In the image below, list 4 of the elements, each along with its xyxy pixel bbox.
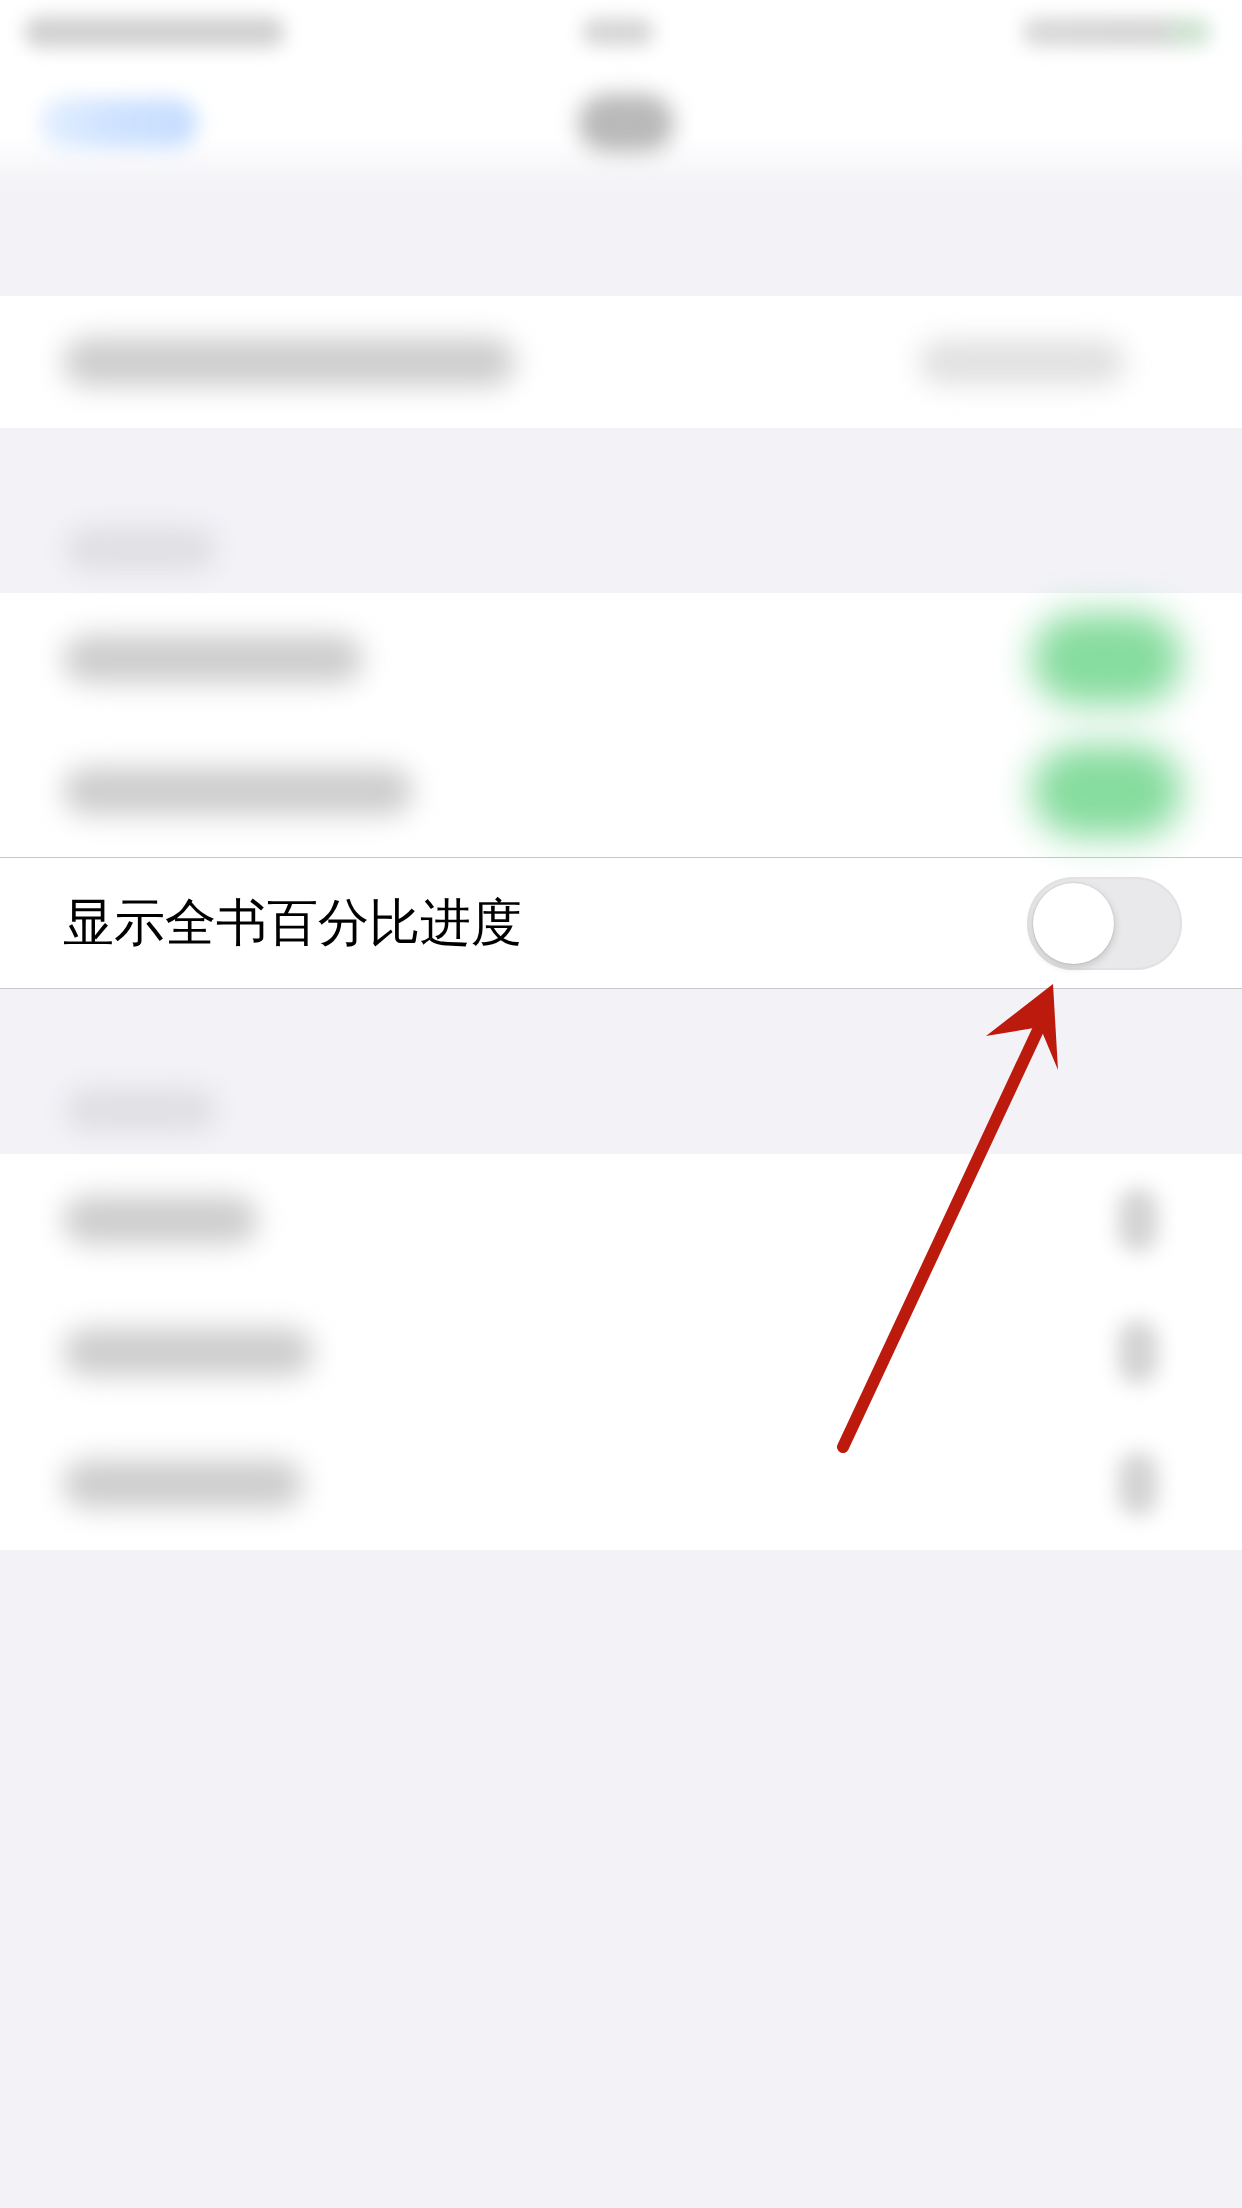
blurred-back-button[interactable] — [40, 98, 198, 148]
setting-label: 显示全书百分比进度 — [63, 892, 522, 954]
blurred-switch[interactable] — [1032, 613, 1182, 705]
blurred-switch[interactable] — [1032, 745, 1182, 837]
